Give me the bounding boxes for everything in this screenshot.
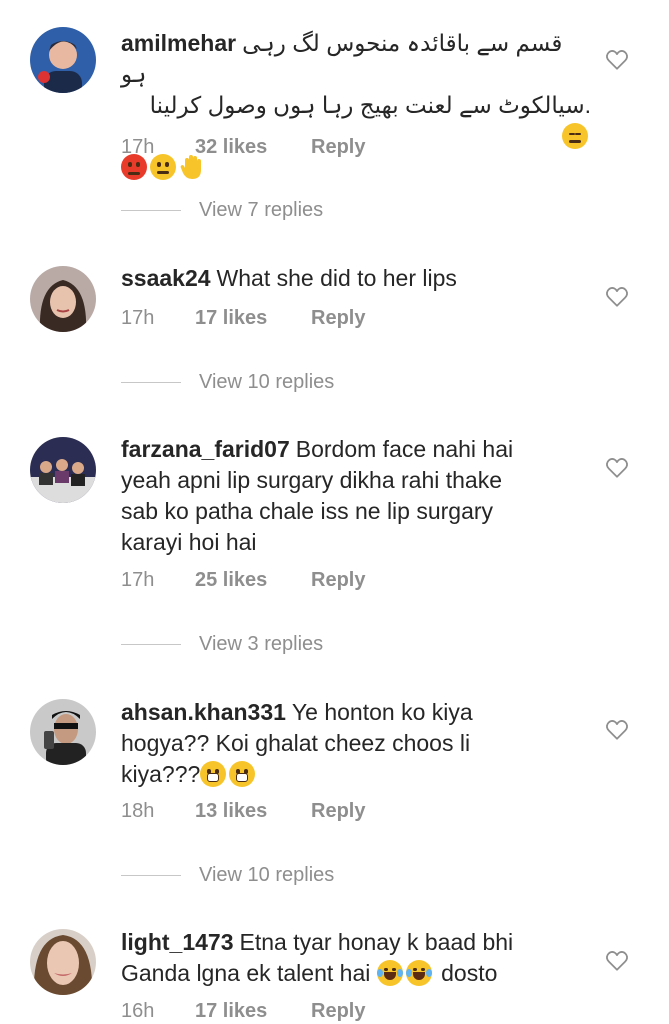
- reply-button[interactable]: Reply: [311, 1000, 365, 1023]
- avatar[interactable]: [30, 699, 96, 765]
- comment-text: What she did to her lips: [216, 265, 457, 291]
- comment-text-line: karayi hoi hai: [121, 529, 257, 555]
- comment-likes[interactable]: 17 likes: [195, 1000, 311, 1023]
- view-replies-button[interactable]: View 10 replies: [121, 864, 334, 887]
- comment-time: 17h: [121, 136, 155, 158]
- comment-likes[interactable]: 17 likes: [195, 307, 311, 330]
- comment-text-line: dosto: [441, 960, 498, 986]
- heart-outline-icon[interactable]: [604, 947, 630, 973]
- grimacing-emoji-icon: [200, 761, 227, 787]
- grimacing-emoji-icon: [229, 761, 256, 787]
- comment-text-line: sab ko patha chale iss ne lip surgary: [121, 498, 494, 524]
- comment-meta: 16h 17 likes Reply: [121, 1000, 365, 1023]
- comment-time: 17h: [121, 307, 155, 329]
- comment-likes[interactable]: 13 likes: [195, 800, 311, 823]
- reply-button[interactable]: Reply: [311, 307, 365, 330]
- avatar[interactable]: [30, 266, 96, 332]
- comment-username[interactable]: light_1473: [121, 929, 234, 955]
- comment-time: 18h: [121, 800, 155, 822]
- comment-text-line: Etna tyar honay k baad bhi: [239, 929, 514, 955]
- comment-text-line: Bordom face nahi hai: [295, 436, 514, 462]
- reply-button[interactable]: Reply: [311, 569, 365, 592]
- reply-button[interactable]: Reply: [311, 800, 365, 823]
- divider: [121, 382, 181, 383]
- divider: [121, 875, 181, 876]
- view-replies-label: View 3 replies: [199, 633, 324, 655]
- comment-time: 17h: [121, 569, 155, 591]
- comment-text-line: .سیالکوٹ سے لعنت بھیج رہا ہوں وصول کرلین…: [149, 92, 591, 118]
- comment-username[interactable]: ssaak24: [121, 265, 211, 291]
- view-replies-button[interactable]: View 7 replies: [121, 199, 323, 222]
- reply-button[interactable]: Reply: [311, 136, 365, 159]
- view-replies-label: View 10 replies: [199, 864, 335, 886]
- divider: [121, 210, 181, 211]
- avatar[interactable]: [30, 929, 96, 995]
- heart-outline-icon[interactable]: [604, 46, 630, 72]
- expressionless-emoji-icon: [562, 123, 588, 149]
- tears-of-joy-emoji-icon: [405, 960, 432, 986]
- comment-likes[interactable]: 32 likes: [195, 136, 311, 159]
- heart-outline-icon[interactable]: [604, 283, 630, 309]
- view-replies-label: View 10 replies: [199, 371, 335, 393]
- comment-meta: 18h 13 likes Reply: [121, 800, 365, 823]
- comment-text-line: Ganda lgna ek talent hai: [121, 960, 371, 986]
- comment-username[interactable]: farzana_farid07: [121, 436, 290, 462]
- divider: [121, 644, 181, 645]
- view-replies-label: View 7 replies: [199, 199, 324, 221]
- view-replies-button[interactable]: View 3 replies: [121, 633, 323, 656]
- comment-meta: 17h 32 likes Reply: [121, 136, 365, 159]
- comment-text-line: hogya?? Koi ghalat cheez choos li: [121, 730, 471, 756]
- comment-time: 16h: [121, 1000, 155, 1022]
- comment-username[interactable]: ahsan.khan331: [121, 699, 286, 725]
- tears-of-joy-emoji-icon: [376, 960, 403, 986]
- comment-likes[interactable]: 25 likes: [195, 569, 311, 592]
- avatar[interactable]: [30, 27, 96, 93]
- comment-meta: 17h 25 likes Reply: [121, 569, 365, 592]
- view-replies-button[interactable]: View 10 replies: [121, 371, 334, 394]
- comment-text-line: yeah apni lip surgary dikha rahi thake: [121, 467, 503, 493]
- heart-outline-icon[interactable]: [604, 716, 630, 742]
- comment-meta: 17h 17 likes Reply: [121, 307, 365, 330]
- heart-outline-icon[interactable]: [604, 454, 630, 480]
- comment-text-line: Ye honton ko kiya: [291, 699, 473, 725]
- avatar[interactable]: [30, 437, 96, 503]
- comment-text-line: kiya???: [121, 761, 201, 787]
- comment-username[interactable]: amilmehar: [121, 30, 236, 56]
